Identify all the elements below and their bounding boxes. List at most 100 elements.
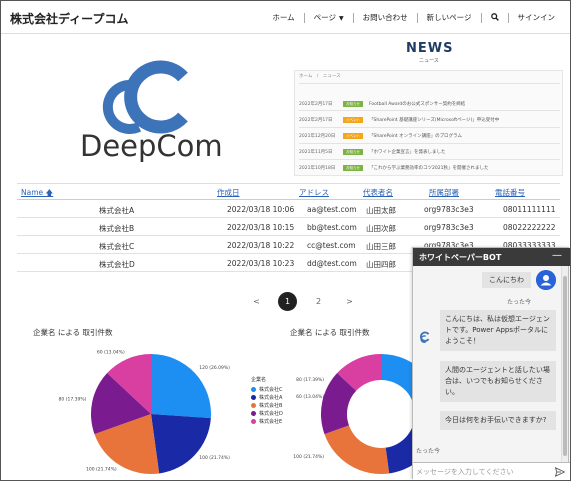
slice-data-label: 100 (21.74%) bbox=[199, 455, 230, 461]
news-item[interactable]: 2021年12月20日 イベント 「SharePoint オンライン講座」のプロ… bbox=[299, 131, 559, 141]
legend-label: 株式会社C bbox=[259, 386, 283, 393]
column-header-address[interactable]: アドレス bbox=[299, 187, 329, 198]
message-input[interactable] bbox=[416, 466, 544, 478]
chatbot-window: ホワイトペーパーBOT — こんにちわ たった今 こんにちは、私は仮想エージェン… bbox=[412, 247, 570, 480]
legend-item[interactable]: 株式会社A bbox=[251, 393, 283, 401]
legend-item[interactable]: 株式会社C bbox=[251, 385, 283, 393]
legend-label: 株式会社A bbox=[259, 394, 283, 401]
news-divider bbox=[299, 110, 560, 111]
legend-label: 株式会社E bbox=[259, 418, 283, 425]
top-navigation-bar: 株式会社ディープコム ホーム ページ ▼ お問い合わせ 新しいページ サインイン bbox=[1, 1, 570, 34]
brand-name[interactable]: 株式会社ディープコム bbox=[10, 10, 128, 27]
news-subheading: ニュース bbox=[419, 58, 439, 64]
bot-avatar-icon bbox=[420, 331, 430, 343]
news-date: 2021年11月5日 bbox=[299, 150, 333, 155]
pie-chart[interactable]: 120 (26.09%) 100 (21.74%) 100 (21.74%) 80 (… bbox=[41, 341, 251, 481]
chart-title: 企業名 による 取引件数 bbox=[290, 328, 370, 337]
pie-slice[interactable] bbox=[151, 414, 211, 474]
slice-data-label: 60 (13.04%) bbox=[296, 394, 324, 400]
chatbot-title: ホワイトペーパーBOT bbox=[419, 253, 502, 262]
bot-message: 今日は何をお手伝いできますか? bbox=[440, 411, 556, 430]
page-2-button[interactable]: 2 bbox=[309, 292, 328, 311]
news-title: 「SharePoint 基礎講座シリーズ(Microsoftページ)」申込受付中 bbox=[369, 118, 500, 123]
timestamp: たった今 bbox=[507, 299, 532, 306]
donut-chart[interactable]: 80 (17.39%) 60 (13.04%) 100 (21.74%) bbox=[286, 341, 416, 481]
slice-data-label: 100 (21.74%) bbox=[293, 454, 324, 460]
legend-swatch bbox=[251, 386, 256, 392]
column-header-name[interactable]: Name 🡅 bbox=[21, 187, 53, 200]
cell-name: 株式会社A bbox=[99, 206, 135, 215]
news-item[interactable]: 2022年2月17日 お知らせ Football Awardのお公式スポンサー契… bbox=[299, 99, 559, 109]
pagination: < 1 2 > bbox=[241, 292, 365, 311]
cell-address: dd@test.com bbox=[307, 259, 357, 268]
legend-item[interactable]: 株式会社E bbox=[251, 417, 283, 425]
nav-pages-dropdown[interactable]: ページ ▼ bbox=[305, 12, 353, 23]
cell-created: 2022/03/18 10:23 bbox=[227, 259, 295, 268]
news-item[interactable]: 2021年11月5日 お知らせ 「ホワイト企業宣言」を発表しました bbox=[299, 147, 559, 157]
cell-name: 株式会社B bbox=[99, 224, 135, 233]
bot-message: 人間のエージェントと話したい場合は、いつでもお知らせください。 bbox=[440, 361, 556, 402]
prev-page-button[interactable]: < bbox=[247, 292, 266, 311]
scrollbar-thumb[interactable] bbox=[563, 276, 567, 456]
search-button[interactable] bbox=[482, 12, 508, 23]
news-title: 「これから学ぶ業務効率のコツ2021秋」を開催されました bbox=[369, 166, 489, 171]
news-item[interactable]: 2021年10月18日 お知らせ 「これから学ぶ業務効率のコツ2021秋」を開催… bbox=[299, 163, 559, 173]
news-divider bbox=[299, 143, 560, 144]
cell-created: 2022/03/18 10:06 bbox=[227, 205, 295, 214]
chat-scrollbar[interactable] bbox=[561, 266, 568, 462]
legend-item[interactable]: 株式会社D bbox=[251, 409, 283, 417]
news-date: 2021年12月20日 bbox=[299, 134, 336, 139]
chevron-down-icon: ▼ bbox=[339, 15, 344, 22]
column-header-department[interactable]: 所属部署 bbox=[429, 187, 459, 198]
column-header-phone[interactable]: 電話番号 bbox=[495, 187, 525, 198]
chatbot-header: ホワイトペーパーBOT — bbox=[413, 248, 570, 266]
news-tag: イベント bbox=[343, 117, 363, 123]
legend-swatch bbox=[251, 410, 256, 416]
column-header-label: Name bbox=[21, 188, 44, 197]
legend-label: 株式会社B bbox=[259, 402, 283, 409]
donut-slice[interactable] bbox=[324, 425, 390, 474]
news-divider bbox=[299, 159, 560, 160]
slice-data-label: 80 (17.39%) bbox=[296, 377, 324, 383]
cell-department: org9783c3e3 bbox=[424, 223, 474, 232]
legend-title: 企業名 bbox=[251, 377, 267, 383]
news-title: 「SharePoint オンライン講座」のプログラム bbox=[369, 134, 462, 139]
cell-name: 株式会社C bbox=[99, 242, 135, 251]
send-icon[interactable] bbox=[555, 467, 565, 477]
nav-pages-label: ページ bbox=[313, 13, 337, 22]
cell-representative: 山田次郎 bbox=[366, 224, 396, 233]
column-header-created[interactable]: 作成日 bbox=[217, 187, 240, 198]
news-date: 2022年2月17日 bbox=[299, 118, 333, 123]
cell-phone: 08011111111 bbox=[503, 205, 556, 214]
table-row[interactable]: 株式会社B 2022/03/18 10:15 bb@test.com 山田次郎 … bbox=[17, 219, 560, 236]
pie-slice[interactable] bbox=[151, 354, 211, 419]
minimize-button[interactable]: — bbox=[552, 250, 562, 261]
news-tag: イベント bbox=[343, 133, 363, 139]
main-nav: ホーム ページ ▼ お問い合わせ 新しいページ サインイン bbox=[263, 12, 564, 23]
page-1-button[interactable]: 1 bbox=[278, 292, 297, 311]
news-tag: お知らせ bbox=[343, 165, 363, 171]
donut-slice[interactable] bbox=[381, 354, 416, 418]
chart-legend: 企業名 株式会社C 株式会社A 株式会社B 株式会社D 株式会社E bbox=[251, 376, 283, 425]
slice-data-label: 120 (26.09%) bbox=[199, 365, 230, 371]
legend-label: 株式会社D bbox=[259, 410, 283, 417]
cell-created: 2022/03/18 10:15 bbox=[227, 223, 295, 232]
table-row[interactable]: 株式会社A 2022/03/18 10:06 aa@test.com 山田太郎 … bbox=[17, 201, 560, 218]
legend-item[interactable]: 株式会社B bbox=[251, 401, 283, 409]
nav-contact[interactable]: お問い合わせ bbox=[354, 12, 417, 23]
column-header-representative[interactable]: 代表者名 bbox=[363, 187, 393, 198]
cell-address: cc@test.com bbox=[307, 241, 356, 250]
news-title: 「ホワイト企業宣言」を発表しました bbox=[369, 150, 446, 155]
breadcrumb: ホーム / ニュース bbox=[299, 74, 341, 79]
nav-home[interactable]: ホーム bbox=[263, 12, 303, 23]
news-item[interactable]: 2022年2月17日 イベント 「SharePoint 基礎講座シリーズ(Mic… bbox=[299, 115, 559, 125]
cell-phone: 08022222222 bbox=[503, 223, 556, 232]
user-avatar-icon bbox=[536, 270, 556, 290]
next-page-button[interactable]: > bbox=[340, 292, 359, 311]
cell-representative: 山田四郎 bbox=[366, 260, 396, 269]
nav-new-page[interactable]: 新しいページ bbox=[418, 12, 481, 23]
nav-sign-in[interactable]: サインイン bbox=[509, 12, 565, 23]
news-title: Football Awardのお公式スポンサー契約を締結 bbox=[369, 102, 466, 107]
arrow-up-icon: 🡅 bbox=[45, 188, 54, 197]
slice-data-label: 60 (13.04%) bbox=[97, 349, 125, 355]
